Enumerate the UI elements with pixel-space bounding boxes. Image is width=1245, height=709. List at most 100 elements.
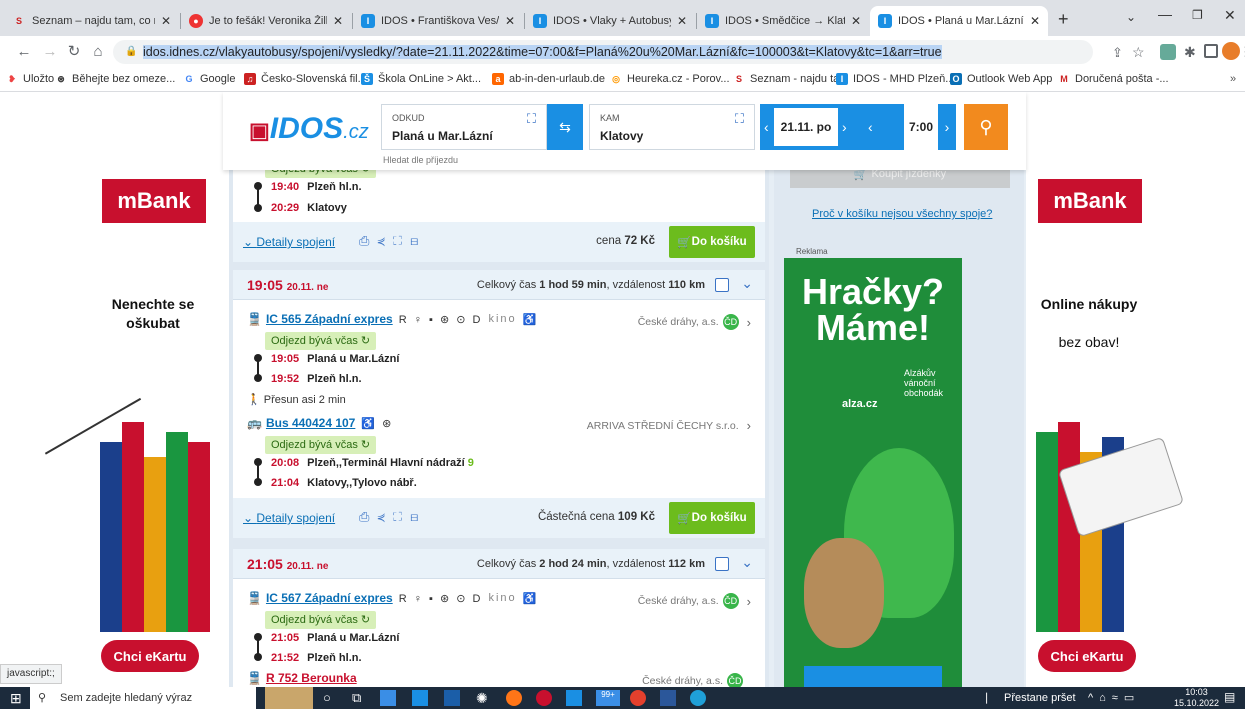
- browser-tab[interactable]: S Seznam – najdu tam, co nezn ✕: [4, 6, 179, 36]
- chevron-down-icon[interactable]: ⌄: [741, 275, 753, 292]
- minimize-button[interactable]: —: [1158, 6, 1172, 22]
- swap-button[interactable]: ⇆: [547, 104, 583, 150]
- card-header[interactable]: 19:05 20.11. ne Celkový čas 1 hod 59 min…: [233, 270, 765, 300]
- notification-icon[interactable]: ▤: [1224, 690, 1235, 704]
- select-checkbox[interactable]: [715, 557, 729, 571]
- kino-label: kino: [488, 592, 517, 604]
- chevron-down-icon[interactable]: ⌄: [741, 554, 753, 571]
- back-button[interactable]: ←: [14, 42, 34, 62]
- carrier[interactable]: České dráhy, a.s. ČD: [642, 673, 751, 687]
- edge-icon[interactable]: [690, 690, 706, 706]
- bookmark-item[interactable]: M Doručená pošta -...: [1058, 73, 1168, 85]
- add-to-cart-button[interactable]: 🛒 Do košíku: [669, 502, 755, 534]
- train-link[interactable]: IC 567 Západní expres: [266, 591, 393, 605]
- select-checkbox[interactable]: [715, 278, 729, 292]
- floppy-icon[interactable]: [444, 690, 460, 706]
- date-picker[interactable]: ‹ 21.11. po › ‹: [760, 104, 904, 150]
- home-button[interactable]: ⌂: [88, 42, 108, 62]
- right-ad[interactable]: mBank Online nákupy bez obav! Chci eKart…: [1026, 92, 1245, 687]
- star-icon[interactable]: ☆: [1132, 44, 1145, 61]
- clock[interactable]: 10:03 15.10.2022: [1174, 687, 1219, 709]
- train-link[interactable]: IC 565 Západní expres: [266, 312, 393, 326]
- left-ad[interactable]: mBank Nenechte se oškubat Chci eKartu: [0, 92, 229, 687]
- word-icon[interactable]: [660, 690, 676, 706]
- carrier[interactable]: České dráhy, a.s. ČD ›: [638, 593, 751, 609]
- app-icon[interactable]: [506, 690, 522, 706]
- bus-link[interactable]: Bus 440424 107: [266, 416, 355, 430]
- bookmark-item[interactable]: Š Škola OnLine > Akt...: [361, 73, 481, 85]
- arrival-hint[interactable]: Hledat dle příjezdu: [383, 155, 458, 165]
- weather-text[interactable]: Přestane pršet: [1004, 692, 1076, 704]
- restore-button[interactable]: ❐: [1192, 8, 1203, 22]
- extension-icon[interactable]: [1160, 44, 1176, 60]
- app-icon[interactable]: [566, 690, 582, 706]
- search-button[interactable]: ⚲: [964, 104, 1008, 150]
- card-action-icons[interactable]: ⎙⋞⛶⊟: [359, 509, 426, 525]
- right-cta-button[interactable]: Chci eKartu: [1038, 640, 1136, 672]
- chrome-icon[interactable]: [630, 690, 646, 706]
- browser-tab[interactable]: I IDOS • Vlaky + Autobusy • Vy ✕: [525, 6, 695, 36]
- bookmark-item[interactable]: ⊛ Běhejte bez omeze...: [55, 73, 175, 85]
- train-link[interactable]: R 752 Berounka: [266, 671, 357, 685]
- why-cart-link[interactable]: Proč v košíku nejsou všechny spoje?: [812, 208, 992, 220]
- puzzle-icon[interactable]: ✱: [1184, 44, 1196, 61]
- store-icon[interactable]: [412, 690, 428, 706]
- menu-icon[interactable]: ⋮: [1239, 44, 1245, 60]
- reload-button[interactable]: ↻: [64, 42, 84, 62]
- bookmark-item[interactable]: G Google: [183, 73, 235, 85]
- bookmark-item[interactable]: a ab-in-den-urlaub.de: [492, 73, 605, 85]
- close-icon[interactable]: ✕: [505, 14, 515, 28]
- share-icon[interactable]: ⇪: [1112, 45, 1123, 61]
- carrier[interactable]: ARRIVA STŘEDNÍ ČECHY s.r.o. ›: [587, 418, 751, 433]
- bookmark-item[interactable]: I IDOS - MHD Plzeň...: [836, 73, 954, 85]
- cortana-icon[interactable]: ○: [323, 690, 331, 705]
- close-icon[interactable]: ✕: [161, 14, 171, 28]
- app-icon[interactable]: ✺: [476, 690, 488, 707]
- browser-tab[interactable]: I IDOS • Smědčice → Klatovy • ✕: [697, 6, 869, 36]
- to-field[interactable]: KAM Klatovy ⛶: [589, 104, 755, 150]
- close-icon[interactable]: ✕: [1030, 14, 1040, 28]
- close-icon[interactable]: ✕: [677, 14, 687, 28]
- details-link[interactable]: ⌄ Detaily spojení: [243, 235, 335, 249]
- bookmark-item[interactable]: ❥ Uložto: [6, 73, 54, 85]
- time-field[interactable]: 7:00: [904, 104, 938, 150]
- sidebar-icon[interactable]: [1204, 44, 1218, 58]
- bookmarks-overflow-icon[interactable]: »: [1230, 73, 1236, 85]
- cd-logo-icon: ČD: [722, 314, 739, 330]
- add-to-cart-button[interactable]: 🛒 Do košíku: [669, 226, 755, 258]
- new-tab-button[interactable]: +: [1058, 9, 1069, 30]
- task-view-icon[interactable]: ⧉: [352, 690, 361, 706]
- ad-cta[interactable]: [804, 666, 942, 687]
- bookmark-item[interactable]: ◎ Heureka.cz - Porov...: [610, 73, 729, 85]
- tray-icons[interactable]: ^⌂≈▭: [1088, 691, 1140, 704]
- close-window-button[interactable]: ✕: [1224, 7, 1236, 24]
- from-field[interactable]: ODKUD Planá u Mar.Lázní ⛶: [381, 104, 547, 150]
- browser-tab[interactable]: ● Je to fešák! Veronika Žilková ✕: [181, 6, 351, 36]
- mail-icon[interactable]: 99+: [596, 690, 620, 706]
- opera-icon[interactable]: [536, 690, 552, 706]
- bookmark-item[interactable]: O Outlook Web App: [950, 73, 1052, 85]
- taskbar-search-input[interactable]: ⚲ Sem zadejte hledaný výraz: [30, 687, 256, 709]
- url-input[interactable]: 🔒 idos.idnes.cz/vlakyautobusy/spojeni/vy…: [113, 40, 1093, 64]
- tab-search-icon[interactable]: ⌄: [1126, 10, 1136, 24]
- explorer-icon[interactable]: [380, 690, 396, 706]
- windows-start-icon[interactable]: ⊞: [10, 690, 22, 707]
- browser-tab[interactable]: I IDOS • Františkova Ves/Petro ✕: [353, 6, 523, 36]
- mbank-logo[interactable]: mBank: [102, 179, 206, 223]
- close-icon[interactable]: ✕: [851, 14, 861, 28]
- avatar[interactable]: [1222, 42, 1240, 60]
- forward-button[interactable]: →: [40, 42, 60, 62]
- card-header[interactable]: 21:05 20.11. ne Celkový čas 2 hod 24 min…: [233, 549, 765, 579]
- mbank-logo[interactable]: mBank: [1038, 179, 1142, 223]
- bookmark-item[interactable]: ♫ Česko-Slovenská fil...: [244, 73, 367, 85]
- carrier[interactable]: České dráhy, a.s. ČD ›: [638, 314, 751, 330]
- browser-tab-active[interactable]: I IDOS • Planá u Mar.Lázní → K ✕: [870, 6, 1048, 36]
- bookmark-item[interactable]: S Seznam - najdu ta...: [733, 73, 848, 85]
- next-time-button[interactable]: ›: [938, 104, 956, 150]
- idos-logo[interactable]: ▣IDOS.cz: [249, 112, 369, 146]
- alza-ad[interactable]: Hračky? Máme! alza.cz Alzákův vánoční ob…: [784, 258, 962, 687]
- close-icon[interactable]: ✕: [333, 14, 343, 28]
- card-action-icons[interactable]: ⎙⋞⛶⊟: [359, 233, 426, 249]
- details-link[interactable]: ⌄ Detaily spojení: [243, 511, 335, 525]
- left-cta-button[interactable]: Chci eKartu: [101, 640, 199, 672]
